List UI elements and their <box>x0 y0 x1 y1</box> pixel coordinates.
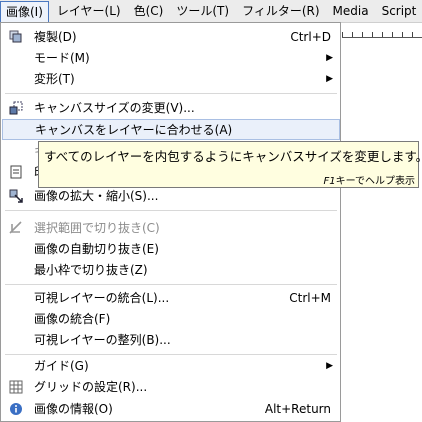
menu-item-label: 可視レイヤーの整列(B)... <box>34 333 171 347</box>
menu-item-merge-visible-layers[interactable]: 可視レイヤーの統合(L)... Ctrl+M <box>2 287 339 308</box>
menu-item-scale-image[interactable]: 画像の拡大・縮小(S)... <box>2 185 339 206</box>
duplicate-icon <box>8 29 24 45</box>
menu-item-label: 画像の拡大・縮小(S)... <box>34 189 159 203</box>
shortcut-label: Ctrl+D <box>290 29 331 44</box>
menu-item-label: キャンバスをレイヤーに合わせる(A) <box>35 123 233 137</box>
print-size-icon <box>8 164 24 180</box>
menu-filters[interactable]: フィルター(R) <box>237 0 324 22</box>
menu-item-flatten-image[interactable]: 画像の統合(F) <box>2 308 339 329</box>
menu-item-configure-grid[interactable]: グリッドの設定(R)... <box>2 376 339 397</box>
submenu-arrow-icon: ▶ <box>326 73 333 84</box>
submenu-arrow-icon: ▶ <box>326 52 333 63</box>
menu-media[interactable]: Media <box>328 0 374 22</box>
menu-item-label: グリッドの設定(R)... <box>34 380 148 394</box>
separator <box>5 93 337 94</box>
submenu-arrow-icon: ▶ <box>326 360 333 371</box>
tooltip-help-text: キーでヘルプ表示 <box>335 176 415 187</box>
menu-item-transform[interactable]: 変形(T) ▶ <box>2 68 339 89</box>
menu-layer[interactable]: レイヤー(L) <box>52 0 126 22</box>
menubar: 画像(I) レイヤー(L) 色(C) ツール(T) フィルター(R) Media… <box>0 0 422 23</box>
menu-item-label: 画像の統合(F) <box>34 312 111 326</box>
menu-item-label: 複製(D) <box>34 30 77 44</box>
menu-item-crop-to-selection[interactable]: 選択範囲で切り抜き(C) <box>2 217 339 238</box>
menu-item-fit-canvas-to-layers[interactable]: キャンバスをレイヤーに合わせる(A) <box>2 119 340 140</box>
menu-item-autocrop[interactable]: 画像の自動切り抜き(E) <box>2 238 339 259</box>
info-icon <box>8 401 24 417</box>
menu-colors[interactable]: 色(C) <box>129 0 169 22</box>
tooltip-key: F1 <box>323 176 336 187</box>
menu-item-label: 変形(T) <box>34 72 75 86</box>
menu-item-zealous-crop[interactable]: 最小枠で切り抜き(Z) <box>2 259 339 280</box>
scale-image-icon <box>8 188 24 204</box>
shortcut-label: Alt+Return <box>264 401 331 416</box>
menu-image[interactable]: 画像(I) <box>0 0 49 22</box>
tooltip-help-hint: F1キーでヘルプ表示 <box>323 172 415 187</box>
horizontal-ruler <box>342 23 422 38</box>
menu-item-mode[interactable]: モード(M) ▶ <box>2 47 339 68</box>
menu-item-label: 最小枠で切り抜き(Z) <box>34 263 148 277</box>
menu-item-label: 画像の自動切り抜き(E) <box>34 242 159 256</box>
tooltip-text: すべてのレイヤーを内包するようにキャンバスサイズを変更します。 <box>44 149 422 164</box>
menu-item-align-visible-layers[interactable]: 可視レイヤーの整列(B)... <box>2 329 339 350</box>
menu-item-label: キャンバスサイズの変更(V)... <box>34 101 195 115</box>
menu-item-label: 可視レイヤーの統合(L)... <box>34 291 170 305</box>
menu-item-label: モード(M) <box>34 51 90 65</box>
menu-item-canvas-size[interactable]: キャンバスサイズの変更(V)... <box>2 97 339 118</box>
grid-icon <box>8 379 24 395</box>
menu-item-duplicate[interactable]: 複製(D) Ctrl+D <box>2 26 339 47</box>
crop-icon <box>8 220 24 236</box>
separator <box>5 284 337 285</box>
menu-item-guides[interactable]: ガイド(G) ▶ <box>2 355 339 376</box>
menu-item-label: 画像の情報(O) <box>34 402 113 416</box>
shortcut-label: Ctrl+M <box>289 290 331 305</box>
image-menu: 複製(D) Ctrl+D モード(M) ▶ 変形(T) ▶ キャンバスサイズの変… <box>0 22 341 422</box>
separator <box>5 210 337 211</box>
menu-item-label: 選択範囲で切り抜き(C) <box>34 221 160 235</box>
menu-item-image-properties[interactable]: 画像の情報(O) Alt+Return <box>2 398 339 419</box>
menu-script[interactable]: Script <box>377 0 422 22</box>
menu-tools[interactable]: ツール(T) <box>171 0 234 22</box>
menu-item-label: ガイド(G) <box>34 359 89 373</box>
canvas-size-icon <box>8 100 24 116</box>
tooltip: すべてのレイヤーを内包するようにキャンバスサイズを変更します。 F1キーでヘルプ… <box>38 141 422 188</box>
